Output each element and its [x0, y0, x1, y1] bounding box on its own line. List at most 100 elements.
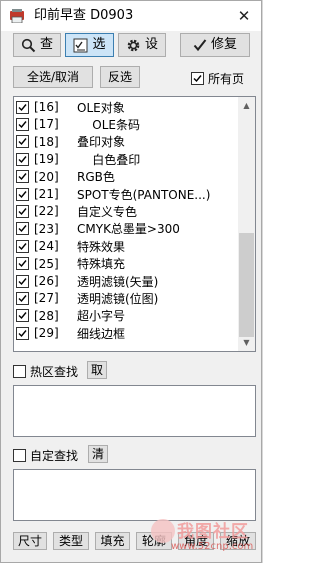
select-all-button[interactable]: 全选/取消 [13, 66, 93, 88]
clear-button[interactable]: 清 [88, 445, 108, 463]
custom-search-checkbox[interactable]: 自定查找 [13, 447, 78, 464]
fetch-button[interactable]: 取 [87, 361, 107, 379]
list-item[interactable]: [27] 透明滤镜(位图) [16, 290, 158, 306]
list-item[interactable]: [19] 白色叠印 [16, 151, 140, 167]
type-button[interactable]: 类型 [53, 532, 89, 550]
list-item-label: RGB色 [77, 170, 115, 185]
list-item[interactable]: [25] 特殊填充 [16, 256, 125, 272]
list-item-label: 透明滤镜(位图) [77, 291, 159, 306]
list-item-index: [20] [34, 169, 59, 184]
list-item[interactable]: [18] 叠印对象 [16, 134, 125, 150]
invert-selection-button[interactable]: 反选 [100, 66, 140, 88]
list-item-checkbox[interactable] [16, 100, 29, 114]
list-item[interactable]: [24] 特殊效果 [16, 238, 125, 254]
list-item[interactable]: [29] 细线边框 [16, 325, 125, 341]
fill-button[interactable]: 填充 [95, 532, 130, 550]
list-item[interactable]: [20] RGB色 [16, 169, 115, 185]
size-button[interactable]: 尺寸 [13, 532, 47, 550]
check-button[interactable]: 查 [13, 33, 61, 57]
main-window: 印前早查 D0903 ✕ 查 选 设 修复 全选/取消 反选 所有页 [16] … [0, 0, 262, 563]
list-item-index: [28] [34, 308, 59, 323]
hotzone-check-box[interactable] [13, 365, 26, 378]
list-item-checkbox[interactable] [16, 187, 29, 201]
list-item-checkbox[interactable] [16, 326, 29, 340]
list-item-checkbox[interactable] [16, 309, 29, 323]
gear-icon [126, 38, 141, 53]
list-item-index: [18] [34, 134, 59, 149]
list-item-checkbox[interactable] [16, 257, 29, 271]
hotzone-textarea[interactable] [13, 385, 256, 437]
scroll-up-icon[interactable]: ▲ [238, 97, 255, 114]
custom-search-check-box[interactable] [13, 449, 26, 462]
list-item-checkbox[interactable] [16, 170, 29, 184]
all-pages-checkbox[interactable]: 所有页 [191, 70, 244, 87]
list-item-label: CMYK总墨量>300 [77, 222, 180, 237]
title-bar: 印前早查 D0903 ✕ [1, 1, 261, 31]
list-item-checkbox[interactable] [16, 274, 29, 288]
list-item-label: 透明滤镜(矢量) [77, 274, 159, 289]
select-button[interactable]: 选 [65, 33, 114, 57]
list-item-label: OLE对象 [77, 100, 125, 115]
list-item-label: 特殊效果 [77, 239, 126, 254]
angle-button[interactable]: 角度 [178, 532, 214, 550]
fix-button[interactable]: 修复 [180, 33, 250, 57]
window-title: 印前早查 D0903 [34, 8, 134, 23]
list-item-index: [25] [34, 256, 59, 271]
search-icon [21, 38, 36, 53]
list-item-checkbox[interactable] [16, 152, 29, 166]
check-items-list[interactable]: [16] OLE对象 [17] OLE条码 [18] 叠印对象 [19] 白色叠印 [20]… [13, 96, 256, 352]
custom-search-label: 自定查找 [30, 449, 79, 463]
list-item-label: 自定义专色 [77, 204, 138, 219]
list-item-label: 细线边框 [77, 326, 126, 341]
all-pages-check-box[interactable] [191, 72, 204, 85]
checklist-icon [73, 38, 88, 53]
checkmark-icon [193, 38, 207, 52]
list-item-checkbox[interactable] [16, 117, 29, 131]
settings-label: 设 [144, 37, 158, 52]
list-item-index: [16] [34, 100, 59, 114]
list-item-label: 超小字号 [77, 309, 126, 324]
list-item[interactable]: [28] 超小字号 [16, 308, 125, 324]
list-item-index: [29] [34, 326, 59, 341]
list-item-index: [17] [34, 117, 59, 132]
scroll-thumb[interactable] [239, 233, 254, 337]
list-item-label: OLE条码 [77, 117, 140, 132]
scroll-down-icon[interactable]: ▼ [238, 334, 255, 351]
list-item-checkbox[interactable] [16, 239, 29, 253]
list-item[interactable]: [21] SPOT专色(PANTONE...) [16, 186, 210, 202]
list-item-checkbox[interactable] [16, 222, 29, 236]
list-item[interactable]: [26] 透明滤镜(矢量) [16, 273, 158, 289]
check-label: 查 [39, 37, 53, 52]
list-item-label: 特殊填充 [77, 257, 126, 272]
list-item-label: 叠印对象 [77, 135, 126, 150]
fix-label: 修复 [210, 37, 237, 52]
list-item-index: [23] [34, 221, 59, 236]
list-item-label: 白色叠印 [77, 152, 141, 167]
list-item-index: [19] [34, 152, 59, 167]
list-item-index: [27] [34, 291, 59, 306]
app-icon [9, 9, 25, 24]
list-scrollbar[interactable]: ▲ ▼ [238, 97, 255, 351]
custom-search-textarea[interactable] [13, 469, 256, 521]
list-item-index: [21] [34, 187, 59, 201]
list-item-checkbox[interactable] [16, 135, 29, 149]
hotzone-label: 热区查找 [30, 365, 79, 379]
outline-button[interactable]: 轮廓 [136, 532, 172, 550]
list-item[interactable]: [22] 自定义专色 [16, 203, 137, 219]
scale-button[interactable]: 缩放 [220, 532, 256, 550]
list-item-checkbox[interactable] [16, 204, 29, 218]
list-item-checkbox[interactable] [16, 291, 29, 305]
list-item-label: SPOT专色(PANTONE...) [77, 187, 211, 202]
list-item[interactable]: [23] CMYK总墨量>300 [16, 221, 180, 237]
settings-button[interactable]: 设 [118, 33, 166, 57]
background-window-edge [262, 0, 267, 563]
list-item-index: [26] [34, 274, 59, 288]
hotzone-checkbox[interactable]: 热区查找 [13, 363, 78, 380]
list-item[interactable]: [16] OLE对象 [16, 99, 125, 115]
list-item-index: [22] [34, 204, 59, 219]
close-icon[interactable]: ✕ [233, 5, 255, 27]
list-item[interactable]: [17] OLE条码 [16, 116, 140, 132]
all-pages-label: 所有页 [208, 72, 245, 86]
select-label: 选 [92, 37, 106, 52]
list-item-index: [24] [34, 239, 59, 254]
